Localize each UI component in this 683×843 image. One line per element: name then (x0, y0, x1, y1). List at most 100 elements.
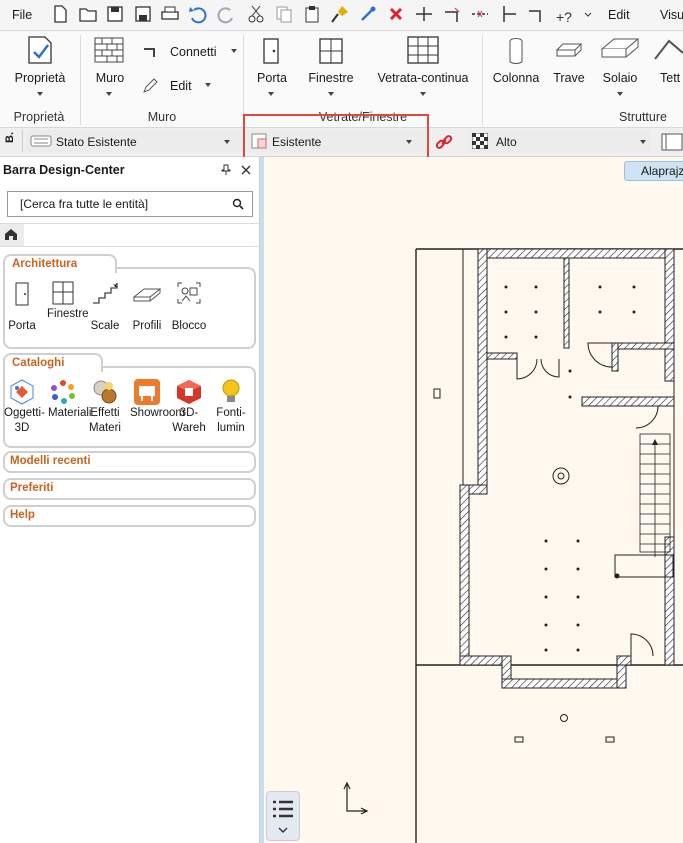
link-icon[interactable] (434, 132, 454, 152)
section-preferiti[interactable]: Preferiti (3, 478, 256, 500)
chevron-down-icon[interactable] (328, 92, 334, 96)
tile-porta[interactable]: Porta (1, 281, 43, 334)
wall (611, 342, 675, 350)
stairs-icon (93, 283, 118, 304)
section-title: Architettura (12, 258, 78, 270)
window-icon (52, 281, 74, 305)
search-icon[interactable] (232, 198, 244, 210)
tile-label: Scale (90, 320, 120, 332)
section-help[interactable]: Help (3, 505, 256, 527)
copy-icon[interactable] (274, 4, 294, 24)
layer-icon[interactable] (660, 132, 683, 152)
chevron-down-icon[interactable] (106, 92, 112, 96)
ribbon-finestre-button[interactable]: Finestre (300, 71, 362, 85)
ribbon-solaio-button[interactable]: Solaio (598, 71, 642, 85)
wall (459, 484, 470, 666)
chevron-down-icon[interactable] (420, 92, 426, 96)
material-effects-icon (93, 380, 117, 404)
tile-materiali[interactable]: Materiali (42, 378, 91, 421)
wall-end-icon[interactable] (498, 4, 518, 24)
group-label-strutture: Strutture (619, 110, 667, 124)
delete-icon[interactable] (386, 4, 406, 24)
tile-label: Showroom (130, 407, 185, 419)
redo-icon[interactable] (216, 4, 236, 24)
drawing-canvas[interactable]: Alaprajz (260, 157, 683, 843)
open-folder-icon[interactable] (78, 4, 98, 24)
chevron-down-icon[interactable] (268, 92, 274, 96)
ribbon-proprieta-button[interactable]: Proprietà (10, 71, 70, 85)
close-icon[interactable] (240, 164, 252, 176)
ribbon-porta-button[interactable]: Porta (250, 71, 294, 85)
connect-icon (144, 48, 155, 57)
site-outline (415, 248, 683, 843)
help-plus-icon[interactable]: +? (554, 4, 574, 24)
home-icon (5, 229, 17, 240)
new-file-icon[interactable] (50, 4, 70, 24)
tile-profili[interactable]: Profili (126, 281, 168, 334)
breadcrumb-home[interactable] (0, 224, 24, 246)
search-input[interactable]: [Cerca fra tutte le entità] (20, 197, 148, 211)
side-tab-label[interactable]: B. (4, 132, 18, 143)
wall (477, 248, 488, 486)
ribbon-edit-button[interactable]: Edit (170, 79, 192, 93)
pencil-icon (143, 78, 158, 93)
hatch-pattern-icon (472, 133, 488, 149)
alto-combo[interactable]: Alto (468, 130, 650, 152)
tab-architettura[interactable]: Architettura (3, 254, 117, 273)
chevron-down-icon[interactable] (617, 92, 623, 96)
breadcrumb (0, 223, 259, 247)
tab-cataloghi[interactable]: Cataloghi (3, 353, 103, 372)
chevron-down-icon[interactable] (224, 140, 230, 144)
menu-edit[interactable]: Edit (608, 8, 630, 22)
wall-corner-icon[interactable] (526, 4, 546, 24)
save-as-icon[interactable] (133, 4, 153, 24)
menu-view[interactable]: Visu (660, 8, 683, 22)
menu-file[interactable]: File (12, 8, 32, 22)
search-box[interactable]: [Cerca fra tutte le entità] (7, 191, 253, 217)
tile-label: Blocco (171, 320, 207, 332)
tile-3d-warehouse[interactable]: 3D-Wareh (168, 378, 210, 436)
ribbon-connetti-button[interactable]: Connetti (170, 45, 217, 59)
section-title: Cataloghi (12, 357, 65, 369)
wall-split-icon[interactable] (470, 4, 490, 24)
ribbon-trave-button[interactable]: Trave (550, 71, 588, 85)
wall-trim-icon[interactable] (442, 4, 462, 24)
pin-icon[interactable] (220, 164, 232, 176)
eyedropper-icon[interactable] (358, 4, 378, 24)
save-icon[interactable] (105, 4, 125, 24)
window-icon (319, 38, 343, 64)
section-modelli-recenti[interactable]: Modelli recenti (3, 451, 256, 473)
chevron-down-icon[interactable] (37, 92, 43, 96)
cut-icon[interactable] (246, 4, 266, 24)
wall-join-icon[interactable] (414, 4, 434, 24)
canvas-menu-button[interactable] (266, 791, 300, 841)
tile-scale[interactable]: Scale (84, 281, 126, 334)
ribbon-muro-button[interactable]: Muro (88, 71, 132, 85)
tile-showroom[interactable]: Showroom (126, 378, 185, 421)
tile-oggetti-3d[interactable]: Oggetti-3D (1, 378, 45, 436)
outlet (514, 736, 524, 743)
undo-icon[interactable] (188, 4, 208, 24)
tile-effetti-materiali[interactable]: Effetti Materi (84, 378, 126, 436)
door-icon (263, 38, 279, 64)
tile-finestre[interactable]: Finestre (42, 281, 89, 322)
tile-blocco[interactable]: Blocco (168, 281, 210, 334)
qat-dropdown-icon[interactable] (578, 4, 598, 24)
ribbon-vetrata-button[interactable]: Vetrata-continua (370, 71, 476, 85)
stato-combo[interactable]: Stato Esistente (26, 130, 241, 152)
chevron-down-icon[interactable] (231, 49, 237, 53)
paste-icon[interactable] (302, 4, 322, 24)
ribbon-tetto-button[interactable]: Tett (660, 71, 680, 85)
format-brush-icon[interactable] (330, 4, 350, 24)
ribbon-colonna-button[interactable]: Colonna (490, 71, 542, 85)
chevron-down-icon[interactable] (640, 140, 646, 144)
chevron-down-icon[interactable] (205, 83, 211, 87)
tile-label: Oggetti-3D (4, 407, 45, 434)
wall (563, 257, 570, 349)
beam-icon (555, 43, 583, 57)
tile-label: 3D-Wareh (172, 407, 206, 434)
section-title: Modelli recenti (10, 455, 91, 467)
tile-fonti-luminose[interactable]: Fonti-lumin (210, 378, 252, 436)
print-icon[interactable] (160, 4, 180, 24)
wall (477, 248, 675, 259)
